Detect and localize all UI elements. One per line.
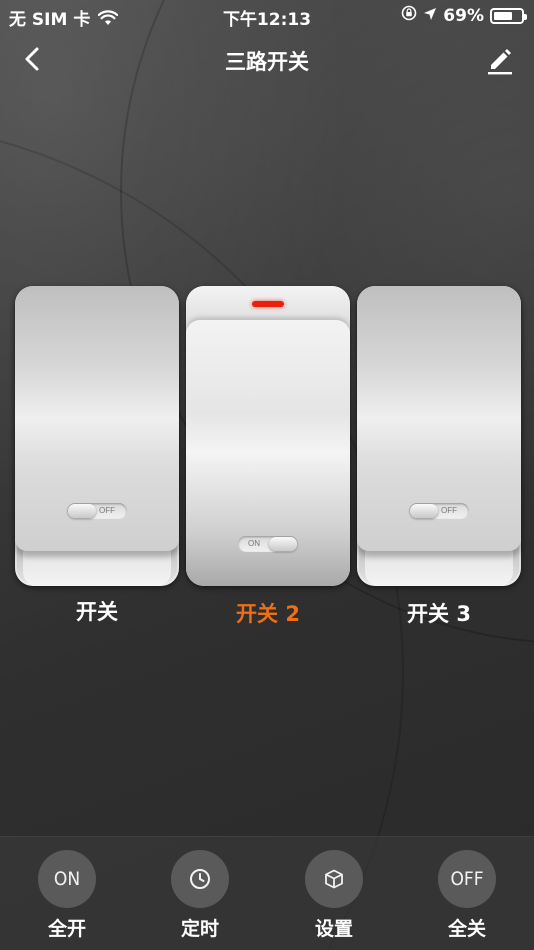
cube-icon [305, 850, 363, 908]
all-on-button[interactable]: ON 全开 [17, 850, 117, 941]
settings-label: 设置 [314, 918, 353, 940]
battery-icon [490, 7, 527, 24]
bottom-action-bar: ON 全开 定时 设置 OFF 全关 [0, 836, 534, 950]
switch-1-label: 开关 [76, 600, 118, 624]
toggle-knob [68, 504, 96, 518]
switch-state-toggle: OFF [67, 503, 127, 519]
switch-state-text: OFF [99, 506, 115, 515]
switch-2[interactable]: ON [186, 286, 350, 586]
nav-bar: 三路开关 [0, 30, 534, 90]
settings-button[interactable]: 设置 [284, 850, 384, 941]
edit-button[interactable] [484, 44, 516, 76]
switch-state-text: ON [248, 539, 260, 548]
rotation-lock-icon [401, 5, 417, 26]
clock-icon [171, 850, 229, 908]
status-right: 69% [401, 5, 527, 26]
switch-base [365, 551, 513, 586]
switch-state-text: OFF [441, 506, 457, 515]
page-title: 三路开关 [225, 50, 309, 74]
battery-percent: 69% [443, 5, 484, 26]
all-on-icon-text: ON [53, 868, 81, 890]
all-off-icon-text: OFF [450, 868, 484, 890]
timer-label: 定时 [180, 918, 219, 940]
switch-indicator-light [252, 301, 284, 307]
switch-state-toggle: OFF [409, 503, 469, 519]
all-off-label: 全关 [447, 918, 486, 940]
timer-button[interactable]: 定时 [150, 850, 250, 941]
pencil-icon [488, 49, 512, 75]
switch-2-label: 开关 2 [236, 602, 300, 626]
all-off-icon: OFF [438, 850, 496, 908]
all-on-label: 全开 [47, 918, 86, 940]
status-bar: 无 SIM 卡 下午12:13 69% [0, 0, 534, 30]
switch-state-toggle: ON [238, 536, 298, 552]
switch-1[interactable]: OFF [15, 286, 179, 586]
switch-3[interactable]: OFF [357, 286, 521, 586]
all-on-icon: ON [38, 850, 96, 908]
switch-base [23, 551, 171, 586]
toggle-knob [269, 537, 297, 551]
location-arrow-icon [423, 6, 437, 26]
switch-3-label: 开关 3 [407, 602, 471, 626]
all-off-button[interactable]: OFF 全关 [417, 850, 517, 941]
toggle-knob [410, 504, 438, 518]
